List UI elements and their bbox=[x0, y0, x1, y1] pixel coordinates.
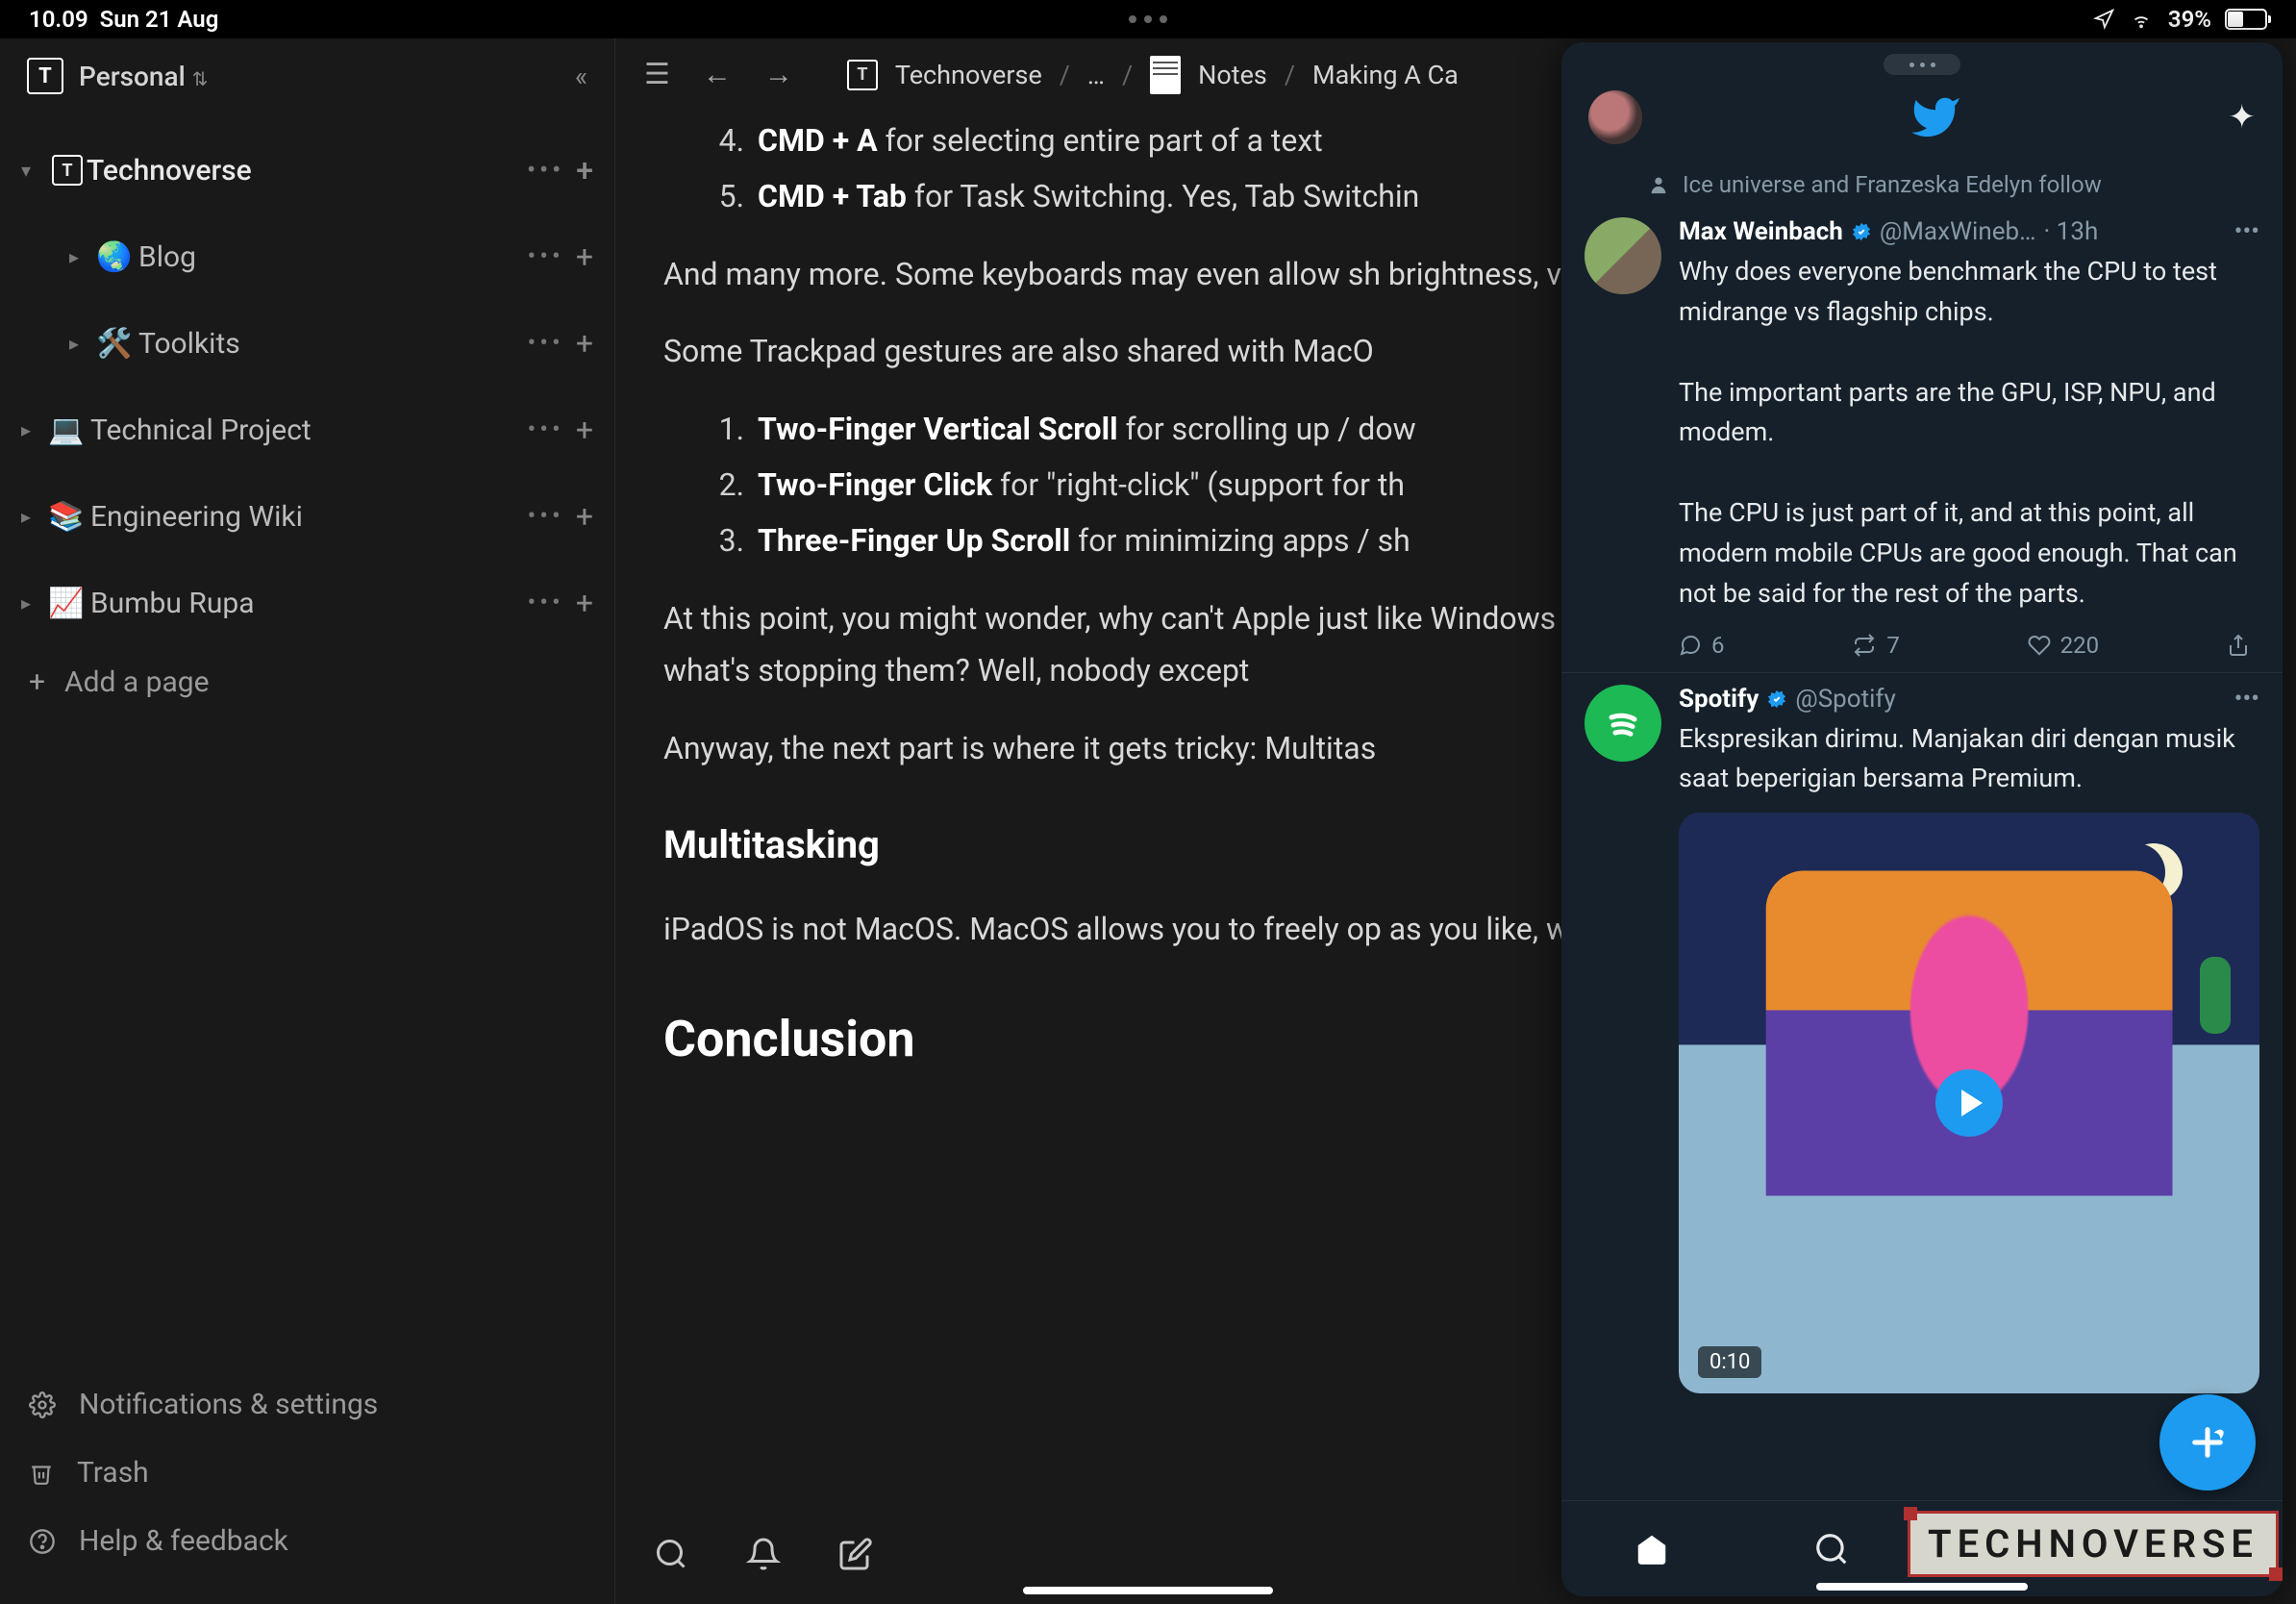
social-context: Ice universe and Franzeska Edelyn follow bbox=[1561, 163, 2283, 206]
sidebar-item-bumbu-rupa[interactable]: ▸📈 Bumbu Rupa •••+ bbox=[0, 560, 614, 646]
crumb-current[interactable]: Making A Ca bbox=[1312, 60, 1459, 90]
trash-icon bbox=[29, 1460, 54, 1487]
battery-icon bbox=[2225, 9, 2267, 30]
sidebar: T Personal ⇅ « ▾T Technoverse ••• + ▸🌏 B… bbox=[0, 38, 615, 1604]
tweet-media[interactable]: 0:10 bbox=[1679, 813, 2259, 1393]
tweet[interactable]: Spotify @Spotify ••• Ekspresikan dirimu.… bbox=[1561, 673, 2283, 1404]
tweet[interactable]: Max Weinbach @MaxWineb… · 13h ••• Why do… bbox=[1561, 206, 2283, 673]
slideover-grabber[interactable] bbox=[1884, 54, 1960, 75]
battery-percent: 39% bbox=[2168, 6, 2211, 33]
status-time-date: 10.09 Sun 21 Aug bbox=[29, 6, 2093, 33]
help-icon bbox=[29, 1528, 56, 1555]
search-icon[interactable] bbox=[654, 1537, 688, 1571]
location-icon bbox=[2093, 9, 2114, 30]
twitter-logo-icon bbox=[1909, 91, 1961, 143]
verified-icon bbox=[1766, 689, 1787, 710]
notifications-icon[interactable] bbox=[746, 1537, 781, 1571]
add-child-icon[interactable]: + bbox=[576, 152, 593, 188]
item-menu-icon[interactable]: ••• bbox=[527, 156, 564, 185]
verified-icon bbox=[1851, 221, 1872, 242]
add-page-button[interactable]: + Add a page bbox=[0, 646, 614, 718]
menu-icon[interactable]: ☰ bbox=[636, 54, 678, 95]
globe-icon: 🌏 bbox=[96, 240, 138, 274]
home-tab[interactable] bbox=[1634, 1531, 1670, 1567]
tweet-menu-icon[interactable]: ••• bbox=[2234, 217, 2259, 246]
sidebar-item-technical-project[interactable]: ▸💻 Technical Project •••+ bbox=[0, 387, 614, 473]
crumb-ellipsis[interactable]: … bbox=[1087, 60, 1105, 90]
forward-icon[interactable]: → bbox=[757, 54, 801, 95]
tweet-text: Why does everyone benchmark the CPU to t… bbox=[1679, 252, 2259, 614]
compose-tweet-button[interactable] bbox=[2159, 1394, 2256, 1491]
multitask-dots[interactable] bbox=[1129, 15, 1167, 23]
sidebar-item-engineering-wiki[interactable]: ▸📚 Engineering Wiki •••+ bbox=[0, 473, 614, 560]
tweet-avatar[interactable] bbox=[1585, 217, 1661, 294]
crumb-root[interactable]: Technoverse bbox=[895, 60, 1042, 90]
reply-button[interactable]: 6 bbox=[1679, 632, 1725, 659]
workspace-switcher[interactable]: Personal ⇅ bbox=[79, 61, 208, 92]
sidebar-item-blog[interactable]: ▸🌏 Blog •••+ bbox=[0, 213, 614, 300]
notifications-settings[interactable]: Notifications & settings bbox=[29, 1370, 586, 1439]
twitter-slideover: ✦ Ice universe and Franzeska Edelyn foll… bbox=[1561, 42, 2283, 1596]
back-icon[interactable]: ← bbox=[695, 54, 739, 95]
books-icon: 📚 bbox=[48, 500, 90, 534]
home-indicator[interactable] bbox=[1816, 1583, 2028, 1591]
wifi-icon bbox=[2128, 9, 2155, 30]
play-icon[interactable] bbox=[1935, 1069, 2003, 1137]
collapse-sidebar-icon[interactable]: « bbox=[575, 61, 587, 92]
search-tab[interactable] bbox=[1813, 1531, 1850, 1567]
chart-icon: 📈 bbox=[48, 587, 90, 620]
tweet-menu-icon[interactable]: ••• bbox=[2234, 685, 2259, 714]
tweet-avatar[interactable] bbox=[1585, 685, 1661, 762]
sidebar-item-toolkits[interactable]: ▸🛠️ Toolkits •••+ bbox=[0, 300, 614, 387]
retweet-button[interactable]: 7 bbox=[1852, 632, 1900, 659]
note-icon bbox=[1150, 56, 1181, 94]
root-icon: T bbox=[847, 60, 878, 90]
watermark: TECHNOVERSE bbox=[1908, 1511, 2279, 1577]
trash[interactable]: Trash bbox=[29, 1439, 586, 1507]
workspace-icon[interactable]: T bbox=[27, 58, 63, 94]
help-feedback[interactable]: Help & feedback bbox=[29, 1507, 586, 1575]
video-duration: 0:10 bbox=[1698, 1346, 1761, 1378]
share-button[interactable] bbox=[2227, 632, 2250, 659]
tools-icon: 🛠️ bbox=[96, 327, 138, 361]
status-bar: 10.09 Sun 21 Aug 39% bbox=[0, 0, 2296, 38]
compose-icon[interactable] bbox=[838, 1537, 873, 1571]
like-button[interactable]: 220 bbox=[2028, 632, 2099, 659]
home-indicator[interactable] bbox=[1023, 1587, 1273, 1594]
tweet-text: Ekspresikan dirimu. Manjakan diri dengan… bbox=[1679, 719, 2259, 800]
crumb-notes[interactable]: Notes bbox=[1198, 60, 1267, 90]
sidebar-item-technoverse[interactable]: ▾T Technoverse ••• + bbox=[0, 127, 614, 213]
gear-icon bbox=[29, 1391, 56, 1418]
plus-icon: + bbox=[29, 665, 45, 699]
laptop-icon: 💻 bbox=[48, 414, 90, 447]
sparkle-icon[interactable]: ✦ bbox=[2229, 98, 2257, 137]
profile-avatar[interactable] bbox=[1588, 90, 1642, 144]
